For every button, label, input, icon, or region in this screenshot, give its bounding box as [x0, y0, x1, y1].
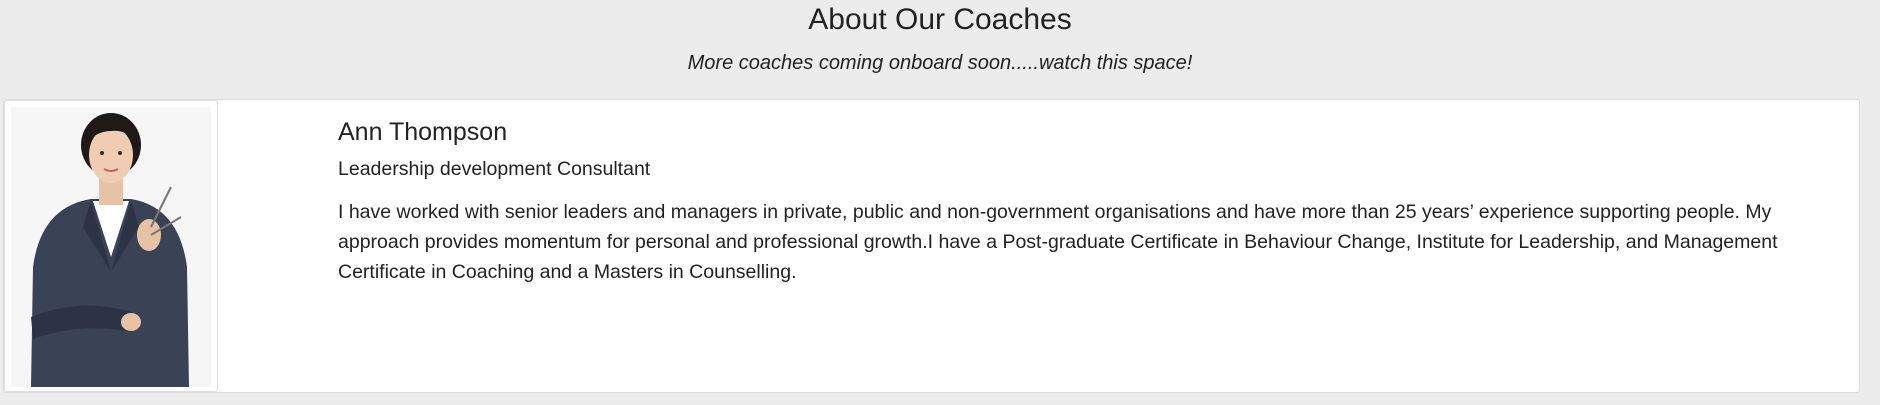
coach-portrait-icon [11, 107, 211, 387]
coach-bio: I have worked with senior leaders and ma… [338, 201, 1778, 283]
coach-card: Ann Thompson Leadership development Cons… [3, 99, 1860, 393]
page-subtitle: More coaches coming onboard soon.....wat… [687, 52, 1193, 74]
coach-role: Leadership development Consultant [338, 158, 651, 180]
coach-photo [4, 100, 218, 392]
coach-name: Ann Thompson [338, 118, 508, 146]
coach-info: Ann Thompson Leadership development Cons… [338, 117, 1828, 287]
page-title: About Our Coaches [808, 3, 1072, 36]
